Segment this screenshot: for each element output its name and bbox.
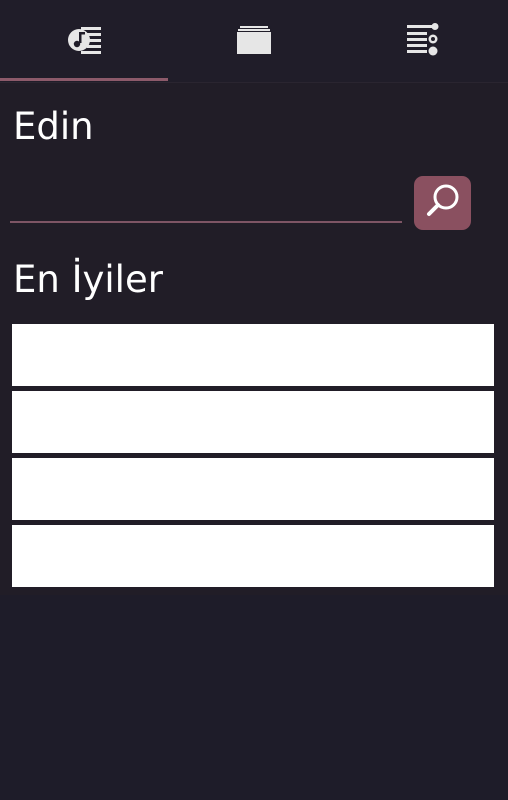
tab-bar: [0, 0, 508, 83]
main-content: Edin En İyiler: [0, 83, 508, 595]
tab-playlist-settings[interactable]: [338, 0, 507, 80]
search-button[interactable]: [414, 176, 471, 230]
tab-albums[interactable]: [169, 0, 338, 80]
list-item[interactable]: [12, 324, 494, 386]
empty-bottom-area: [0, 595, 508, 800]
list-item[interactable]: [12, 458, 494, 520]
music-library-icon: [67, 25, 103, 55]
search-input[interactable]: [10, 173, 402, 223]
active-tab-indicator: [0, 78, 168, 81]
albums-icon: [236, 25, 272, 55]
top-list: [12, 324, 494, 587]
search-icon: [423, 181, 463, 225]
playlist-settings-icon: [405, 23, 441, 57]
list-item[interactable]: [12, 525, 494, 587]
list-item[interactable]: [12, 391, 494, 453]
top-section-title: En İyiler: [13, 258, 163, 301]
app-root: Edin En İyiler: [0, 0, 508, 800]
tab-music-library[interactable]: [0, 0, 169, 80]
search-section-title: Edin: [13, 105, 94, 148]
